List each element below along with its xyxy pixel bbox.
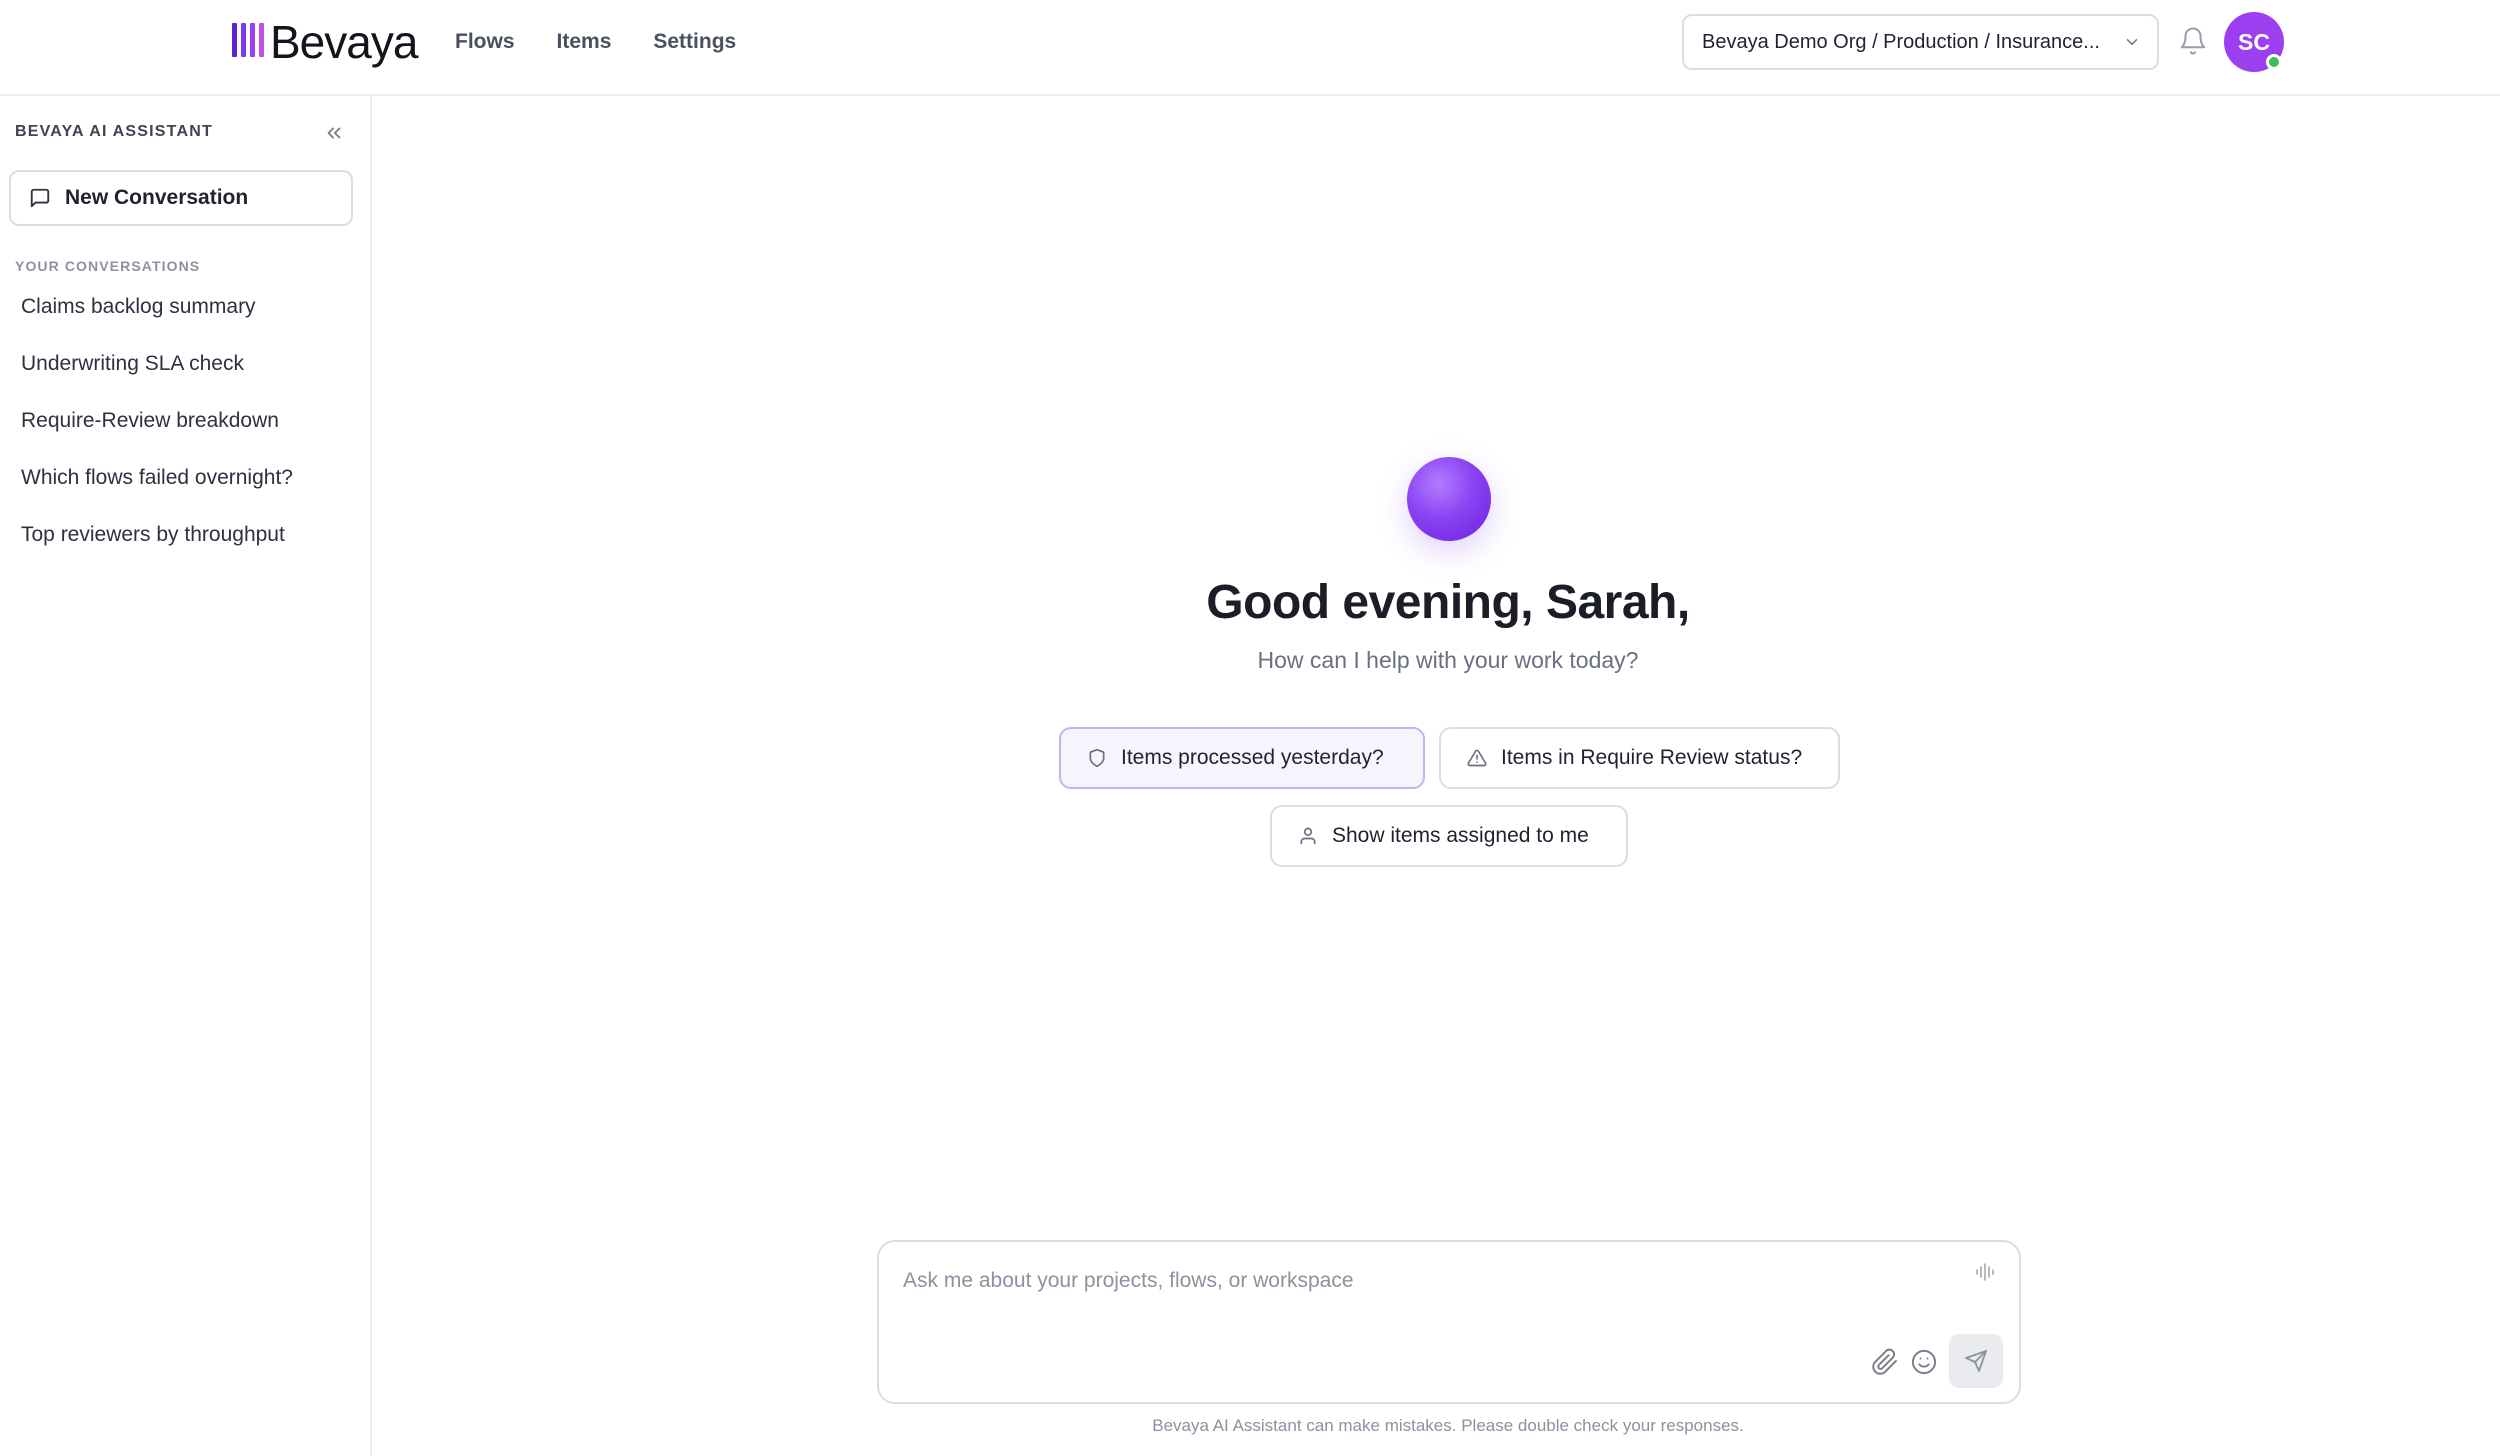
org-selector-value: Bevaya Demo Org / Production / Insurance…: [1702, 30, 2100, 53]
assistant-sidebar: BEVAYA AI ASSISTANT New Conversation YOU…: [0, 96, 372, 1456]
greeting-subtitle: How can I help with your work today?: [1257, 647, 1639, 673]
suggestion-label: Items processed yesterday?: [1121, 746, 1384, 769]
message-input[interactable]: [903, 1264, 1903, 1298]
greeting-title: Good evening, Sarah,: [1206, 576, 1690, 629]
suggestion-label: Show items assigned to me: [1332, 824, 1589, 847]
shield-icon: [1089, 748, 1105, 768]
nav-items[interactable]: Items: [557, 26, 612, 58]
new-conversation-label: New Conversation: [65, 186, 249, 209]
logo-text: Bevaya: [270, 16, 418, 68]
message-composer: [877, 1240, 2021, 1404]
logo-mark-icon: [232, 23, 264, 57]
suggestion-assigned-to-me[interactable]: Show items assigned to me: [1270, 805, 1628, 867]
online-status-dot: [2266, 54, 2282, 70]
conversation-list: Claims backlog summary Underwriting SLA …: [0, 292, 370, 577]
bevaya-logo[interactable]: Bevaya: [232, 16, 418, 68]
conversation-item[interactable]: Require-Review breakdown: [0, 406, 370, 463]
conversation-item[interactable]: Which flows failed overnight?: [0, 463, 370, 520]
message-square-icon: [30, 188, 50, 208]
avatar-initials: SC: [2238, 28, 2270, 55]
collapse-sidebar-icon[interactable]: [323, 122, 345, 144]
chevron-down-icon: [2126, 39, 2138, 45]
conversation-item[interactable]: Top reviewers by throughput: [0, 520, 370, 577]
main-nav: Flows Items Settings: [455, 26, 736, 58]
org-selector[interactable]: Bevaya Demo Org / Production / Insurance…: [1682, 14, 2159, 70]
nav-settings[interactable]: Settings: [653, 26, 736, 58]
warning-icon: [1467, 749, 1487, 767]
suggestion-items-processed[interactable]: Items processed yesterday?: [1059, 727, 1425, 789]
conversation-item[interactable]: Underwriting SLA check: [0, 349, 370, 406]
top-bar: Bevaya Flows Items Settings Bevaya Demo …: [0, 0, 2500, 96]
disclaimer-text: Bevaya AI Assistant can make mistakes. P…: [1152, 1416, 1744, 1435]
suggestion-require-review[interactable]: Items in Require Review status?: [1439, 727, 1840, 789]
sidebar-title: BEVAYA AI ASSISTANT: [15, 123, 213, 140]
voice-input-icon[interactable]: [1973, 1260, 1997, 1284]
suggestion-label: Items in Require Review status?: [1501, 746, 1803, 769]
conversation-item[interactable]: Claims backlog summary: [0, 292, 370, 349]
emoji-icon[interactable]: [1910, 1348, 1938, 1376]
assistant-orb: [1407, 457, 1491, 541]
send-button[interactable]: [1949, 1334, 2003, 1388]
paperclip-icon[interactable]: [1871, 1348, 1899, 1376]
new-conversation-button[interactable]: New Conversation: [9, 170, 353, 226]
send-icon: [1965, 1350, 1987, 1372]
user-icon: [1300, 827, 1316, 845]
nav-flows[interactable]: Flows: [455, 26, 515, 58]
bell-icon[interactable]: [2178, 24, 2208, 58]
conversations-section-title: YOUR CONVERSATIONS: [15, 258, 201, 274]
